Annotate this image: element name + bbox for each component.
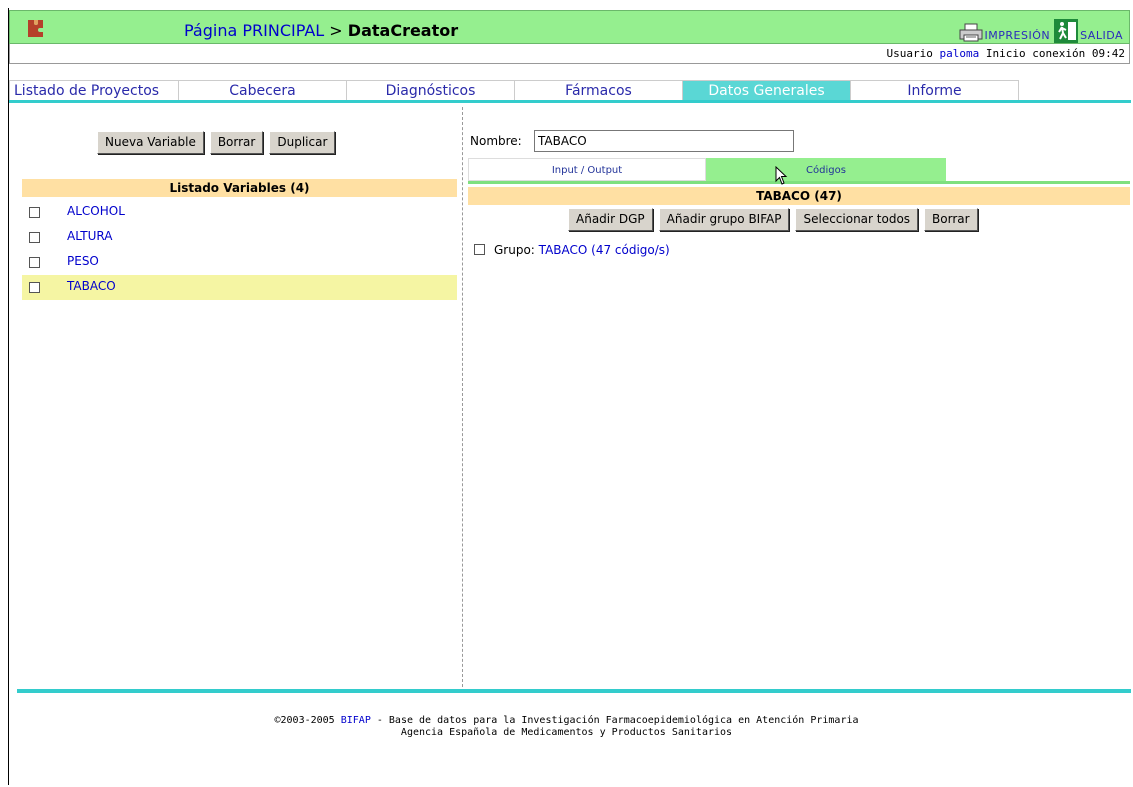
panel-divider — [462, 107, 463, 687]
footer-description: - Base de datos para la Investigación Fa… — [370, 715, 859, 726]
tab-informe[interactable]: Informe — [851, 80, 1019, 100]
tab-listado-proyectos[interactable]: Listado de Proyectos — [9, 80, 179, 100]
variable-checkbox[interactable] — [29, 232, 40, 243]
print-button[interactable]: IMPRESIÓN — [959, 23, 1051, 43]
codes-header: TABACO (47) — [468, 187, 1130, 205]
variable-toolbar: Nueva Variable Borrar Duplicar — [97, 131, 336, 154]
user-prefix: Usuario — [886, 47, 933, 60]
variable-link[interactable]: TABACO — [67, 279, 116, 293]
print-label: IMPRESIÓN — [984, 29, 1051, 42]
list-item[interactable]: ALTURA — [22, 225, 457, 250]
tab-diagnosticos[interactable]: Diagnósticos — [347, 80, 515, 100]
variable-link[interactable]: PESO — [67, 254, 99, 268]
subtab-input-output[interactable]: Input / Output — [468, 158, 706, 181]
mouse-pointer-icon — [775, 166, 788, 185]
footer-rule — [17, 689, 1131, 693]
exit-label: SALIDA — [1080, 29, 1123, 42]
header-bar: Página PRINCIPAL > DataCreator IMPRESIÓN… — [9, 10, 1130, 44]
duplicate-variable-button[interactable]: Duplicar — [269, 131, 336, 154]
name-label: Nombre: — [470, 134, 522, 148]
variables-list-header: Listado Variables (4) — [22, 179, 457, 197]
tab-datos-generales[interactable]: Datos Generales — [683, 80, 851, 100]
puzzle-logo-icon — [28, 20, 43, 37]
breadcrumb: Página PRINCIPAL > DataCreator — [184, 21, 458, 40]
new-variable-button[interactable]: Nueva Variable — [97, 131, 204, 154]
user-info: Usuario paloma Inicio conexión 09:42 — [887, 47, 1125, 60]
group-link[interactable]: TABACO (47 código/s) — [539, 243, 670, 257]
footer-copyright: ©2003-2005 — [274, 715, 335, 726]
group-prefix: Grupo: — [494, 243, 535, 257]
list-item-selected[interactable]: TABACO — [22, 275, 457, 300]
variable-checkbox[interactable] — [29, 282, 40, 293]
tab-cabecera[interactable]: Cabecera — [179, 80, 347, 100]
add-dgp-button[interactable]: Añadir DGP — [568, 208, 653, 231]
group-checkbox[interactable] — [474, 244, 485, 255]
group-text: Grupo: TABACO (47 código/s) — [494, 243, 670, 257]
subtabs-underline — [468, 181, 1130, 184]
breadcrumb-current: DataCreator — [347, 21, 459, 40]
header-actions: IMPRESIÓN SALIDA — [959, 15, 1123, 43]
tab-farmacos[interactable]: Fármacos — [515, 80, 683, 100]
main-tabs: Listado de Proyectos Cabecera Diagnóstic… — [9, 80, 1019, 102]
user-info-bar: Usuario paloma Inicio conexión 09:42 — [9, 44, 1130, 64]
variable-checkbox[interactable] — [29, 257, 40, 268]
printer-icon — [959, 23, 983, 42]
footer: ©2003-2005 BIFAP - Base de datos para la… — [0, 715, 1133, 739]
login-time: 09:42 — [1091, 47, 1125, 60]
subtab-codigos[interactable]: Códigos — [706, 158, 946, 181]
variable-checkbox[interactable] — [29, 207, 40, 218]
breadcrumb-home-link[interactable]: Página PRINCIPAL — [184, 21, 324, 40]
variable-link[interactable]: ALCOHOL — [67, 204, 125, 218]
variable-link[interactable]: ALTURA — [67, 229, 112, 243]
page-frame — [8, 8, 1132, 785]
footer-line-2: Agencia Española de Medicamentos y Produ… — [400, 727, 733, 738]
select-all-button[interactable]: Seleccionar todos — [795, 208, 919, 231]
footer-bifap-link[interactable]: BIFAP — [341, 715, 371, 726]
name-input[interactable] — [534, 130, 794, 152]
username: paloma — [939, 47, 980, 60]
login-label: Inicio conexión — [985, 47, 1086, 60]
breadcrumb-separator: > — [329, 21, 343, 40]
variables-list: ALCOHOL ALTURA PESO TABACO — [22, 200, 457, 300]
footer-line-1: ©2003-2005 BIFAP - Base de datos para la… — [0, 715, 1133, 727]
exit-door-icon — [1054, 19, 1079, 43]
codes-toolbar: Añadir DGP Añadir grupo BIFAP Selecciona… — [568, 208, 978, 231]
add-bifap-group-button[interactable]: Añadir grupo BIFAP — [658, 208, 790, 231]
list-item[interactable]: ALCOHOL — [22, 200, 457, 225]
detail-subtabs: Input / Output Códigos — [468, 158, 946, 181]
list-item[interactable]: PESO — [22, 250, 457, 275]
tabs-underline — [9, 100, 1131, 103]
exit-button[interactable]: SALIDA — [1054, 19, 1123, 43]
delete-variable-button[interactable]: Borrar — [209, 131, 264, 154]
delete-codes-button[interactable]: Borrar — [924, 208, 978, 231]
